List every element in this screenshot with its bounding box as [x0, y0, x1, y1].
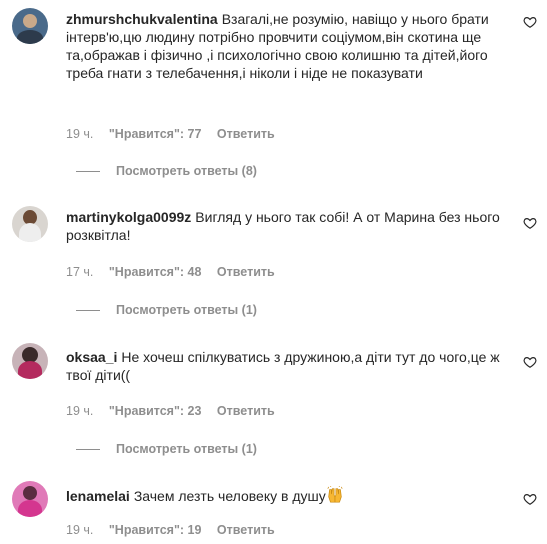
comment-time: 19 ч.	[66, 127, 94, 141]
comment-time: 17 ч.	[66, 265, 94, 279]
view-replies-label: Посмотреть ответы (8)	[116, 164, 257, 178]
likes-count[interactable]: "Нравится": 48	[109, 265, 202, 279]
avatar[interactable]	[12, 206, 48, 242]
divider	[76, 448, 100, 450]
username[interactable]: zhmurshchukvalentina	[66, 11, 218, 27]
like-heart-icon[interactable]	[523, 355, 537, 369]
like-heart-icon[interactable]	[523, 15, 537, 29]
avatar[interactable]	[12, 343, 48, 379]
username[interactable]: lenamelai	[66, 488, 130, 504]
comment-body: Зачем лезть человеку в душу	[133, 488, 326, 504]
divider	[76, 170, 100, 172]
view-replies-label: Посмотреть ответы (1)	[116, 442, 257, 456]
reply-button[interactable]: Ответить	[217, 265, 275, 279]
reply-button[interactable]: Ответить	[217, 523, 275, 537]
comment-text: lenamelai Зачем лезть человеку в душу	[66, 485, 511, 508]
comment-text: oksaa_i Не хочеш спілкуватись з дружиною,…	[66, 348, 511, 384]
comment-text: martinykolga0099z Вигляд у нього так собі…	[66, 208, 511, 244]
comment-time: 19 ч.	[66, 404, 94, 418]
raising-hands-emoji-icon	[326, 485, 344, 508]
comment-body: Не хочеш спілкуватись з дружиною,а діти …	[66, 349, 500, 383]
reply-button[interactable]: Ответить	[217, 404, 275, 418]
avatar[interactable]	[12, 481, 48, 517]
reply-button[interactable]: Ответить	[217, 127, 275, 141]
view-replies-label: Посмотреть ответы (1)	[116, 303, 257, 317]
likes-count[interactable]: "Нравится": 77	[109, 127, 202, 141]
view-replies-button[interactable]: Посмотреть ответы (1)	[76, 442, 257, 456]
comment-time: 19 ч.	[66, 523, 94, 537]
view-replies-button[interactable]: Посмотреть ответы (8)	[76, 164, 257, 178]
like-heart-icon[interactable]	[523, 216, 537, 230]
username[interactable]: oksaa_i	[66, 349, 117, 365]
likes-count[interactable]: "Нравится": 19	[109, 523, 202, 537]
view-replies-button[interactable]: Посмотреть ответы (1)	[76, 303, 257, 317]
divider	[76, 309, 100, 311]
likes-count[interactable]: "Нравится": 23	[109, 404, 202, 418]
avatar[interactable]	[12, 8, 48, 44]
like-heart-icon[interactable]	[523, 492, 537, 506]
username[interactable]: martinykolga0099z	[66, 209, 191, 225]
comment-text: zhmurshchukvalentina Взагалі,не розумію, …	[66, 10, 511, 82]
